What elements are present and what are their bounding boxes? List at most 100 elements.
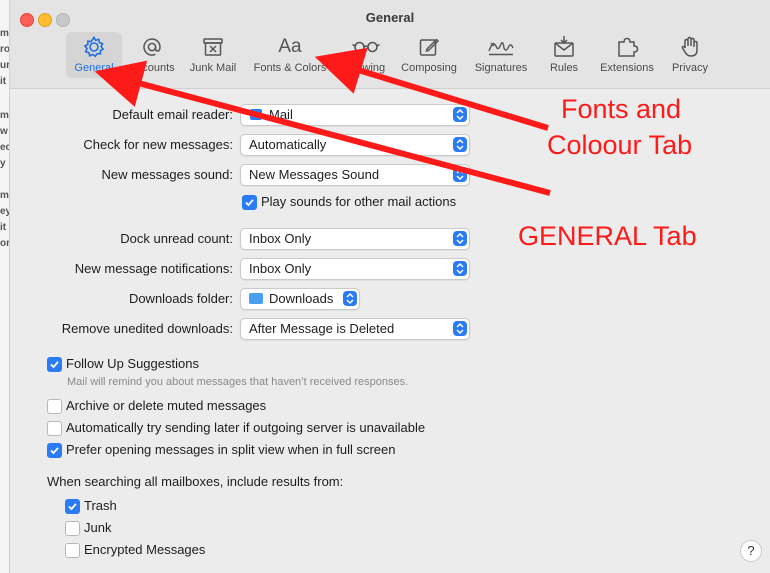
mail-app-icon: [250, 109, 262, 120]
tab-signatures[interactable]: Signatures: [468, 32, 534, 78]
hand-icon: [664, 34, 716, 60]
background-text: it: [0, 76, 7, 87]
trash-checkbox[interactable]: [65, 499, 80, 514]
background-text: m: [0, 110, 9, 121]
new-message-notifications-popup[interactable]: Inbox Only: [240, 258, 470, 280]
check-new-messages-popup[interactable]: Automatically: [240, 134, 470, 156]
background-text: ur: [0, 60, 10, 71]
annotation-general: GENERAL Tab: [518, 221, 697, 251]
chevron-updown-icon: [453, 321, 467, 336]
tab-label: Rules: [549, 62, 579, 74]
at-sign-icon: [122, 34, 182, 60]
tab-label: Privacy: [671, 62, 709, 74]
tab-label: Viewing: [346, 62, 386, 74]
chevron-updown-icon: [453, 261, 467, 276]
tab-label: Composing: [401, 62, 457, 74]
chevron-updown-icon: [453, 137, 467, 152]
junk-mail-icon: [184, 34, 242, 60]
tab-label: Extensions: [600, 62, 654, 74]
tab-label: Accounts: [129, 62, 175, 74]
tab-privacy[interactable]: Privacy: [664, 32, 716, 78]
popup-value: Mail: [269, 107, 293, 122]
compose-icon: [396, 34, 462, 60]
dock-unread-count-popup[interactable]: Inbox Only: [240, 228, 470, 250]
tab-label: Junk Mail: [189, 62, 237, 74]
archive-muted-label: Archive or delete muted messages: [66, 398, 267, 413]
chevron-updown-icon: [343, 291, 357, 306]
window-title: General: [365, 10, 415, 25]
background-text: ey: [0, 206, 9, 217]
background-text: ro: [0, 44, 10, 55]
default-email-reader-popup[interactable]: Mail: [240, 104, 470, 126]
background-text: m: [0, 190, 9, 201]
archive-muted-checkbox[interactable]: [47, 399, 62, 414]
toolbar: General General Accounts Junk Mail Aa Fo…: [10, 0, 770, 89]
extensions-icon: [594, 34, 660, 60]
annotation-fonts-line1: Fonts and: [561, 94, 682, 124]
chevron-updown-icon: [453, 107, 467, 122]
annotation-fonts-line2: Coloour Tab: [547, 130, 693, 160]
tab-junk-mail[interactable]: Junk Mail: [184, 32, 242, 78]
junk-label: Junk: [84, 520, 112, 535]
tab-label: Fonts & Colors: [253, 62, 327, 74]
follow-up-note: Mail will remind you about messages that…: [67, 376, 409, 388]
encrypted-checkbox[interactable]: [65, 543, 80, 558]
tab-label: Signatures: [474, 62, 528, 74]
new-messages-sound-label: New messages sound:: [101, 167, 233, 182]
trash-label: Trash: [84, 498, 117, 513]
tab-fonts-colors[interactable]: Aa Fonts & Colors: [248, 32, 332, 78]
junk-checkbox[interactable]: [65, 521, 80, 536]
tab-label: General: [74, 62, 114, 74]
glasses-icon: [340, 34, 392, 60]
help-button[interactable]: ?: [740, 540, 762, 562]
new-message-notifications-label: New message notifications:: [74, 261, 233, 276]
downloads-folder-label: Downloads folder:: [128, 291, 233, 306]
encrypted-label: Encrypted Messages: [84, 542, 206, 557]
follow-up-label: Follow Up Suggestions: [66, 356, 199, 371]
try-later-label: Automatically try sending later if outgo…: [66, 420, 426, 435]
background-window: m ro ur it m w ec y m ey it or: [0, 0, 10, 573]
background-text: ec: [0, 142, 9, 153]
signature-icon: [468, 34, 534, 60]
rules-icon: [540, 34, 588, 60]
search-heading: When searching all mailboxes, include re…: [47, 474, 344, 489]
default-email-reader-label: Default email reader:: [112, 107, 233, 122]
popup-value: After Message is Deleted: [249, 321, 395, 336]
follow-up-checkbox[interactable]: [47, 357, 62, 372]
tab-composing[interactable]: Composing: [396, 32, 462, 78]
remove-unedited-downloads-label: Remove unedited downloads:: [61, 321, 233, 336]
popup-value: Downloads: [269, 291, 334, 306]
background-text: or: [0, 238, 10, 249]
dock-unread-count-label: Dock unread count:: [120, 231, 233, 246]
popup-value: Inbox Only: [249, 261, 312, 276]
popup-value: Automatically: [249, 137, 327, 152]
downloads-folder-popup[interactable]: Downloads: [240, 288, 360, 310]
split-view-checkbox[interactable]: [47, 443, 62, 458]
fonts-icon: Aa: [278, 36, 302, 57]
background-text: y: [0, 158, 6, 169]
checkmark-icon: [50, 447, 59, 455]
background-text: it: [0, 222, 7, 233]
play-sounds-checkbox[interactable]: [242, 195, 257, 210]
check-new-messages-label: Check for new messages:: [83, 137, 233, 152]
background-text: m: [0, 28, 9, 39]
checkmark-icon: [68, 503, 77, 511]
try-later-checkbox[interactable]: [47, 421, 62, 436]
remove-unedited-downloads-popup[interactable]: After Message is Deleted: [240, 318, 470, 340]
chevron-updown-icon: [453, 231, 467, 246]
popup-value: Inbox Only: [249, 231, 312, 246]
checkmark-icon: [50, 361, 59, 369]
new-messages-sound-popup[interactable]: New Messages Sound: [240, 164, 470, 186]
tab-rules[interactable]: Rules: [540, 32, 588, 78]
folder-icon: [249, 293, 263, 304]
play-sounds-label: Play sounds for other mail actions: [261, 194, 457, 209]
tab-extensions[interactable]: Extensions: [594, 32, 660, 78]
settings-window: General General Accounts Junk Mail Aa Fo…: [10, 0, 770, 573]
tab-viewing[interactable]: Viewing: [340, 32, 392, 78]
background-text: w: [0, 126, 8, 137]
tab-general[interactable]: General: [66, 32, 122, 78]
popup-value: New Messages Sound: [249, 167, 380, 182]
split-view-label: Prefer opening messages in split view wh…: [66, 442, 396, 457]
checkmark-icon: [245, 199, 254, 207]
tab-accounts[interactable]: Accounts: [122, 32, 182, 78]
